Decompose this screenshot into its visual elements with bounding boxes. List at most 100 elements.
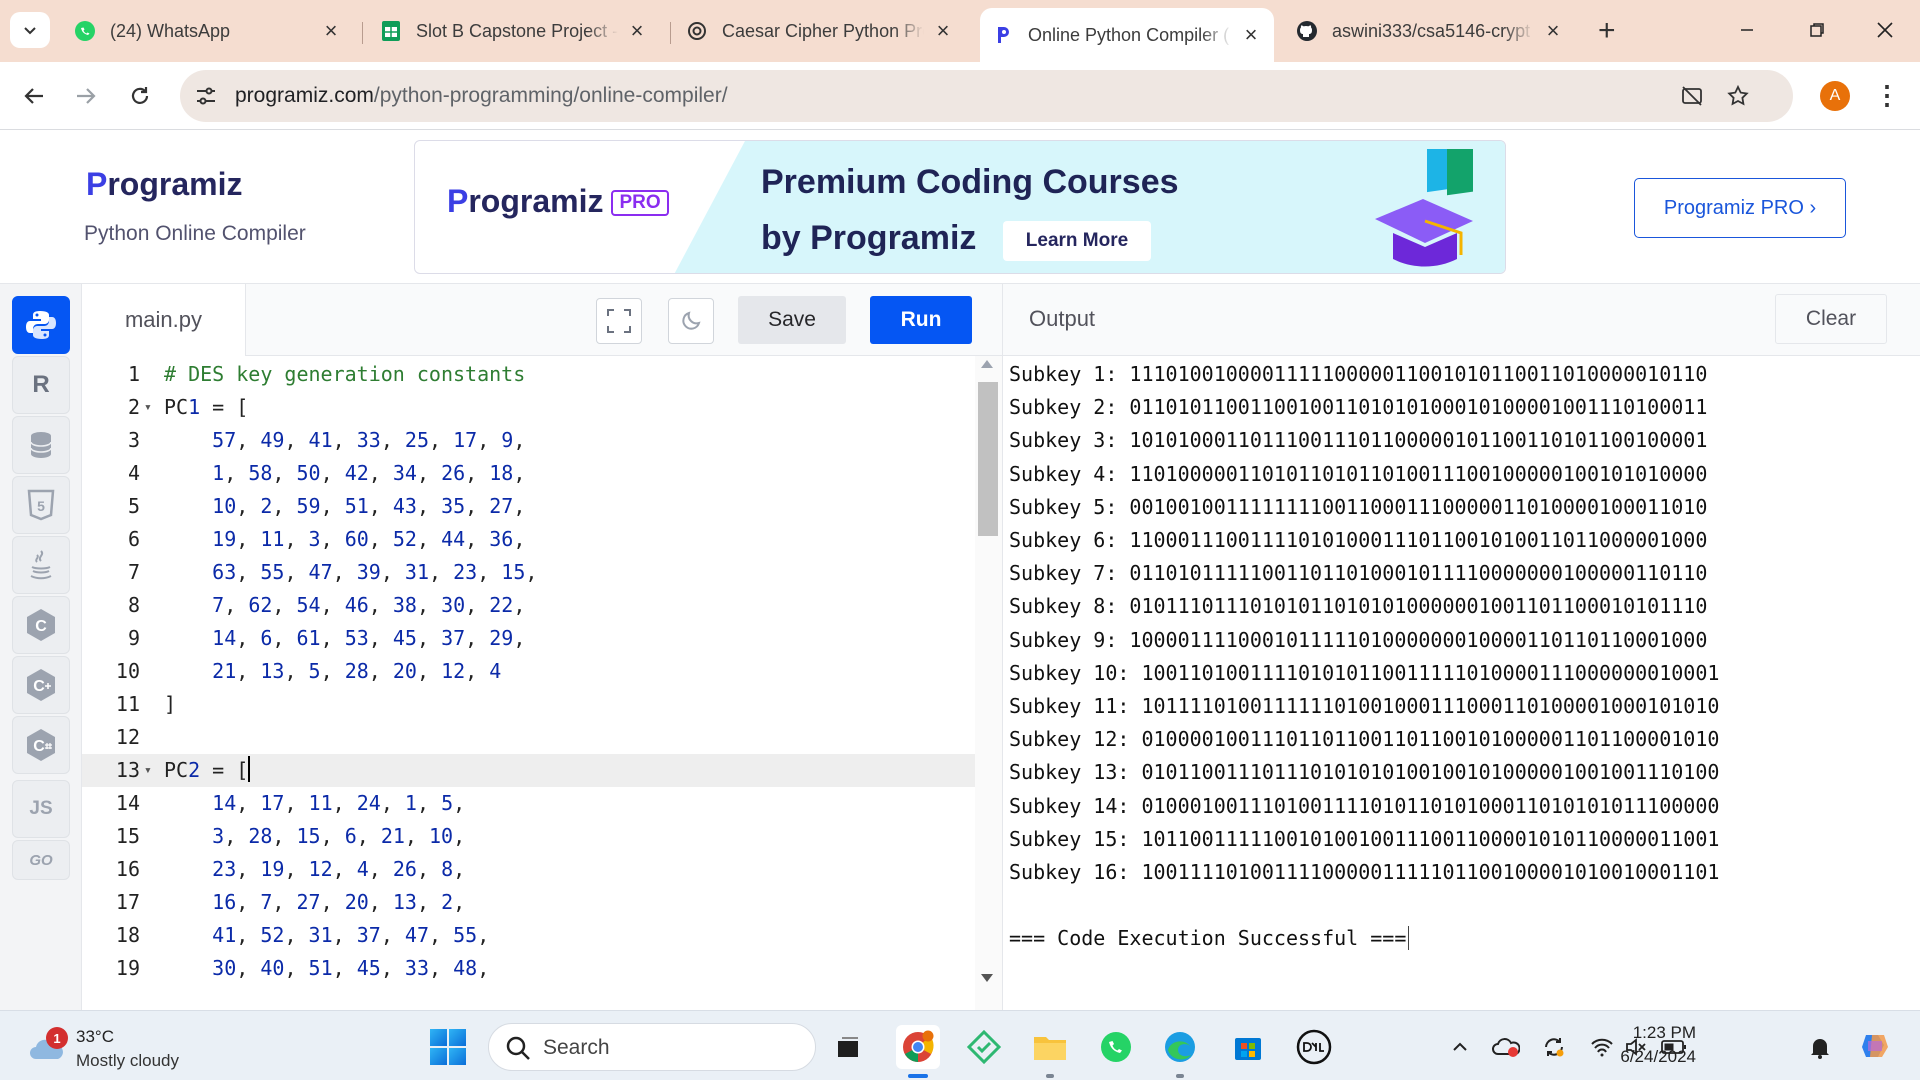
profile-avatar[interactable]: A <box>1820 81 1850 111</box>
sync-icon[interactable] <box>1540 1033 1568 1061</box>
output-console[interactable]: Subkey 1: 111010010000111110000011001010… <box>1002 356 1920 1010</box>
clear-button[interactable]: Clear <box>1775 294 1887 344</box>
r-icon[interactable]: R <box>12 356 70 414</box>
editor-scrollbar-thumb[interactable] <box>978 382 998 536</box>
html5-icon[interactable]: 5 <box>12 476 70 534</box>
code-line[interactable]: 16 23, 19, 12, 4, 26, 8, <box>82 853 975 886</box>
code-line[interactable]: 1 # DES key generation constants <box>82 358 975 391</box>
code-line[interactable]: 15 3, 28, 15, 6, 21, 10, <box>82 820 975 853</box>
weather-widget[interactable]: 1 33°C Mostly cloudy <box>24 1025 244 1071</box>
browser-menu-icon[interactable]: ⋮ <box>1874 80 1900 110</box>
site-settings-icon[interactable] <box>194 84 218 108</box>
onedrive-icon[interactable] <box>1492 1033 1520 1061</box>
code-line[interactable]: 13 ▾ PC2 = [ <box>82 754 975 787</box>
code-line[interactable]: 7 63, 55, 47, 39, 31, 23, 15, <box>82 556 975 589</box>
active-app-indicator <box>908 1074 928 1078</box>
programiz-pro-button[interactable]: Programiz PRO › <box>1634 178 1846 238</box>
cpp-icon[interactable]: C <box>12 656 70 714</box>
close-icon <box>1877 22 1893 38</box>
taskbar-search[interactable]: Search <box>488 1023 816 1071</box>
file-explorer-icon[interactable] <box>1028 1025 1072 1069</box>
java-icon[interactable] <box>12 536 70 594</box>
minimize-button[interactable] <box>1724 12 1770 48</box>
run-button[interactable]: Run <box>870 296 972 344</box>
scroll-down-arrow[interactable] <box>981 974 993 982</box>
close-icon[interactable]: × <box>320 20 342 42</box>
javascript-icon[interactable]: JS <box>12 780 70 838</box>
fullscreen-button[interactable] <box>596 298 642 344</box>
address-bar-row: programiz.com/python-programming/online-… <box>0 62 1920 130</box>
dell-icon[interactable] <box>1292 1025 1336 1069</box>
browser-tab-whatsapp[interactable]: (24) WhatsApp × <box>62 10 354 52</box>
fold-toggle-icon[interactable]: ▾ <box>144 754 152 787</box>
url-host: programiz.com <box>235 84 374 107</box>
output-line: Subkey 16: 10011110100111100000111110110… <box>1009 860 1720 884</box>
code-line[interactable]: 3 57, 49, 41, 33, 25, 17, 9, <box>82 424 975 457</box>
chevron-up-icon[interactable] <box>1446 1033 1474 1061</box>
close-icon[interactable]: × <box>1240 24 1262 46</box>
code-line[interactable]: 9 14, 6, 61, 53, 45, 37, 29, <box>82 622 975 655</box>
new-tab-button[interactable]: + <box>1598 16 1616 46</box>
output-line: Subkey 14: 01000100111010011110101101010… <box>1009 793 1720 818</box>
c-icon[interactable]: C <box>12 596 70 654</box>
browser-tab-sheets[interactable]: Slot B Capstone Project - × <box>368 10 660 52</box>
python-icon[interactable] <box>12 296 70 354</box>
tab-search-button[interactable] <box>10 12 50 48</box>
temperature: 33°C <box>76 1027 114 1046</box>
code-line[interactable]: 10 21, 13, 5, 28, 20, 12, 4 <box>82 655 975 688</box>
close-icon[interactable]: × <box>1542 20 1564 42</box>
scroll-up-arrow[interactable] <box>981 360 993 368</box>
code-line[interactable]: 8 7, 62, 54, 46, 38, 30, 22, <box>82 589 975 622</box>
reload-button[interactable] <box>122 78 158 114</box>
close-icon[interactable]: × <box>932 20 954 42</box>
learn-more-button[interactable]: Learn More <box>1003 221 1151 261</box>
browser-tab-programiz[interactable]: Online Python Compiler ( × <box>980 8 1274 62</box>
code-editor[interactable]: 1 # DES key generation constants 2 ▾ PC1 = [… <box>82 356 1002 1010</box>
restore-button[interactable] <box>1794 12 1840 48</box>
sql-icon[interactable] <box>12 416 70 474</box>
task-view-icon[interactable] <box>826 1025 870 1069</box>
whatsapp-icon[interactable] <box>1094 1025 1138 1069</box>
go-icon[interactable]: GO <box>12 840 70 880</box>
browser-tab-chatgpt[interactable]: Caesar Cipher Python Pro × <box>674 10 966 52</box>
app-diamond-icon[interactable] <box>962 1025 1006 1069</box>
code-line[interactable]: 19 30, 40, 51, 45, 33, 48, <box>82 952 975 985</box>
line-number: 16 <box>115 857 140 881</box>
line-number: 13 <box>115 758 140 782</box>
close-icon[interactable]: × <box>626 20 648 42</box>
code-line[interactable]: 11] <box>82 688 975 721</box>
copilot-icon[interactable] <box>1858 1029 1892 1063</box>
notification-bell-icon[interactable] <box>1806 1033 1834 1061</box>
bookmark-star-icon[interactable] <box>1724 82 1752 110</box>
url-bar[interactable]: programiz.com/python-programming/online-… <box>180 70 1793 122</box>
output-line: Subkey 13: 01011001110111010101010010010… <box>1009 760 1720 785</box>
code-line[interactable]: 4 1, 58, 50, 42, 34, 26, 18, <box>82 457 975 490</box>
code-line[interactable]: 2 ▾ PC1 = [ <box>82 391 975 424</box>
code-line[interactable]: 12 <box>82 721 975 754</box>
code-line[interactable]: 5 10, 2, 59, 51, 43, 35, 27, <box>82 490 975 523</box>
no-tracking-icon[interactable] <box>1678 82 1706 110</box>
edge-icon[interactable] <box>1158 1025 1202 1069</box>
code-line[interactable]: 17 16, 7, 27, 20, 13, 2, <box>82 886 975 919</box>
file-tab-main-py[interactable]: main.py <box>82 284 246 356</box>
promo-banner[interactable]: Programiz PRO Premium Coding Courses by P… <box>414 140 1506 274</box>
chrome-icon[interactable] <box>896 1025 940 1069</box>
csharp-icon[interactable]: C <box>12 716 70 774</box>
fold-toggle-icon[interactable]: ▾ <box>144 391 152 424</box>
code-line[interactable]: 18 41, 52, 31, 37, 47, 55, <box>82 919 975 952</box>
save-button[interactable]: Save <box>738 296 846 344</box>
chatgpt-icon <box>686 20 708 42</box>
dark-mode-toggle[interactable] <box>668 298 714 344</box>
windows-start-icon[interactable] <box>430 1029 466 1065</box>
back-button[interactable] <box>16 78 52 114</box>
svg-text:C: C <box>35 618 47 635</box>
code-line[interactable]: 6 19, 11, 3, 60, 52, 44, 36, <box>82 523 975 556</box>
microsoft-store-icon[interactable] <box>1226 1025 1270 1069</box>
system-clock[interactable]: 1:23 PM 6/24/2024 <box>1596 1021 1696 1069</box>
forward-button[interactable] <box>68 78 104 114</box>
close-window-button[interactable] <box>1862 12 1908 48</box>
code-line[interactable]: 14 14, 17, 11, 24, 1, 5, <box>82 787 975 820</box>
programiz-logo[interactable]: Programiz <box>86 166 242 203</box>
browser-tab-github[interactable]: aswini333/csa5146-crypt × <box>1284 10 1576 52</box>
line-number: 18 <box>115 923 140 947</box>
